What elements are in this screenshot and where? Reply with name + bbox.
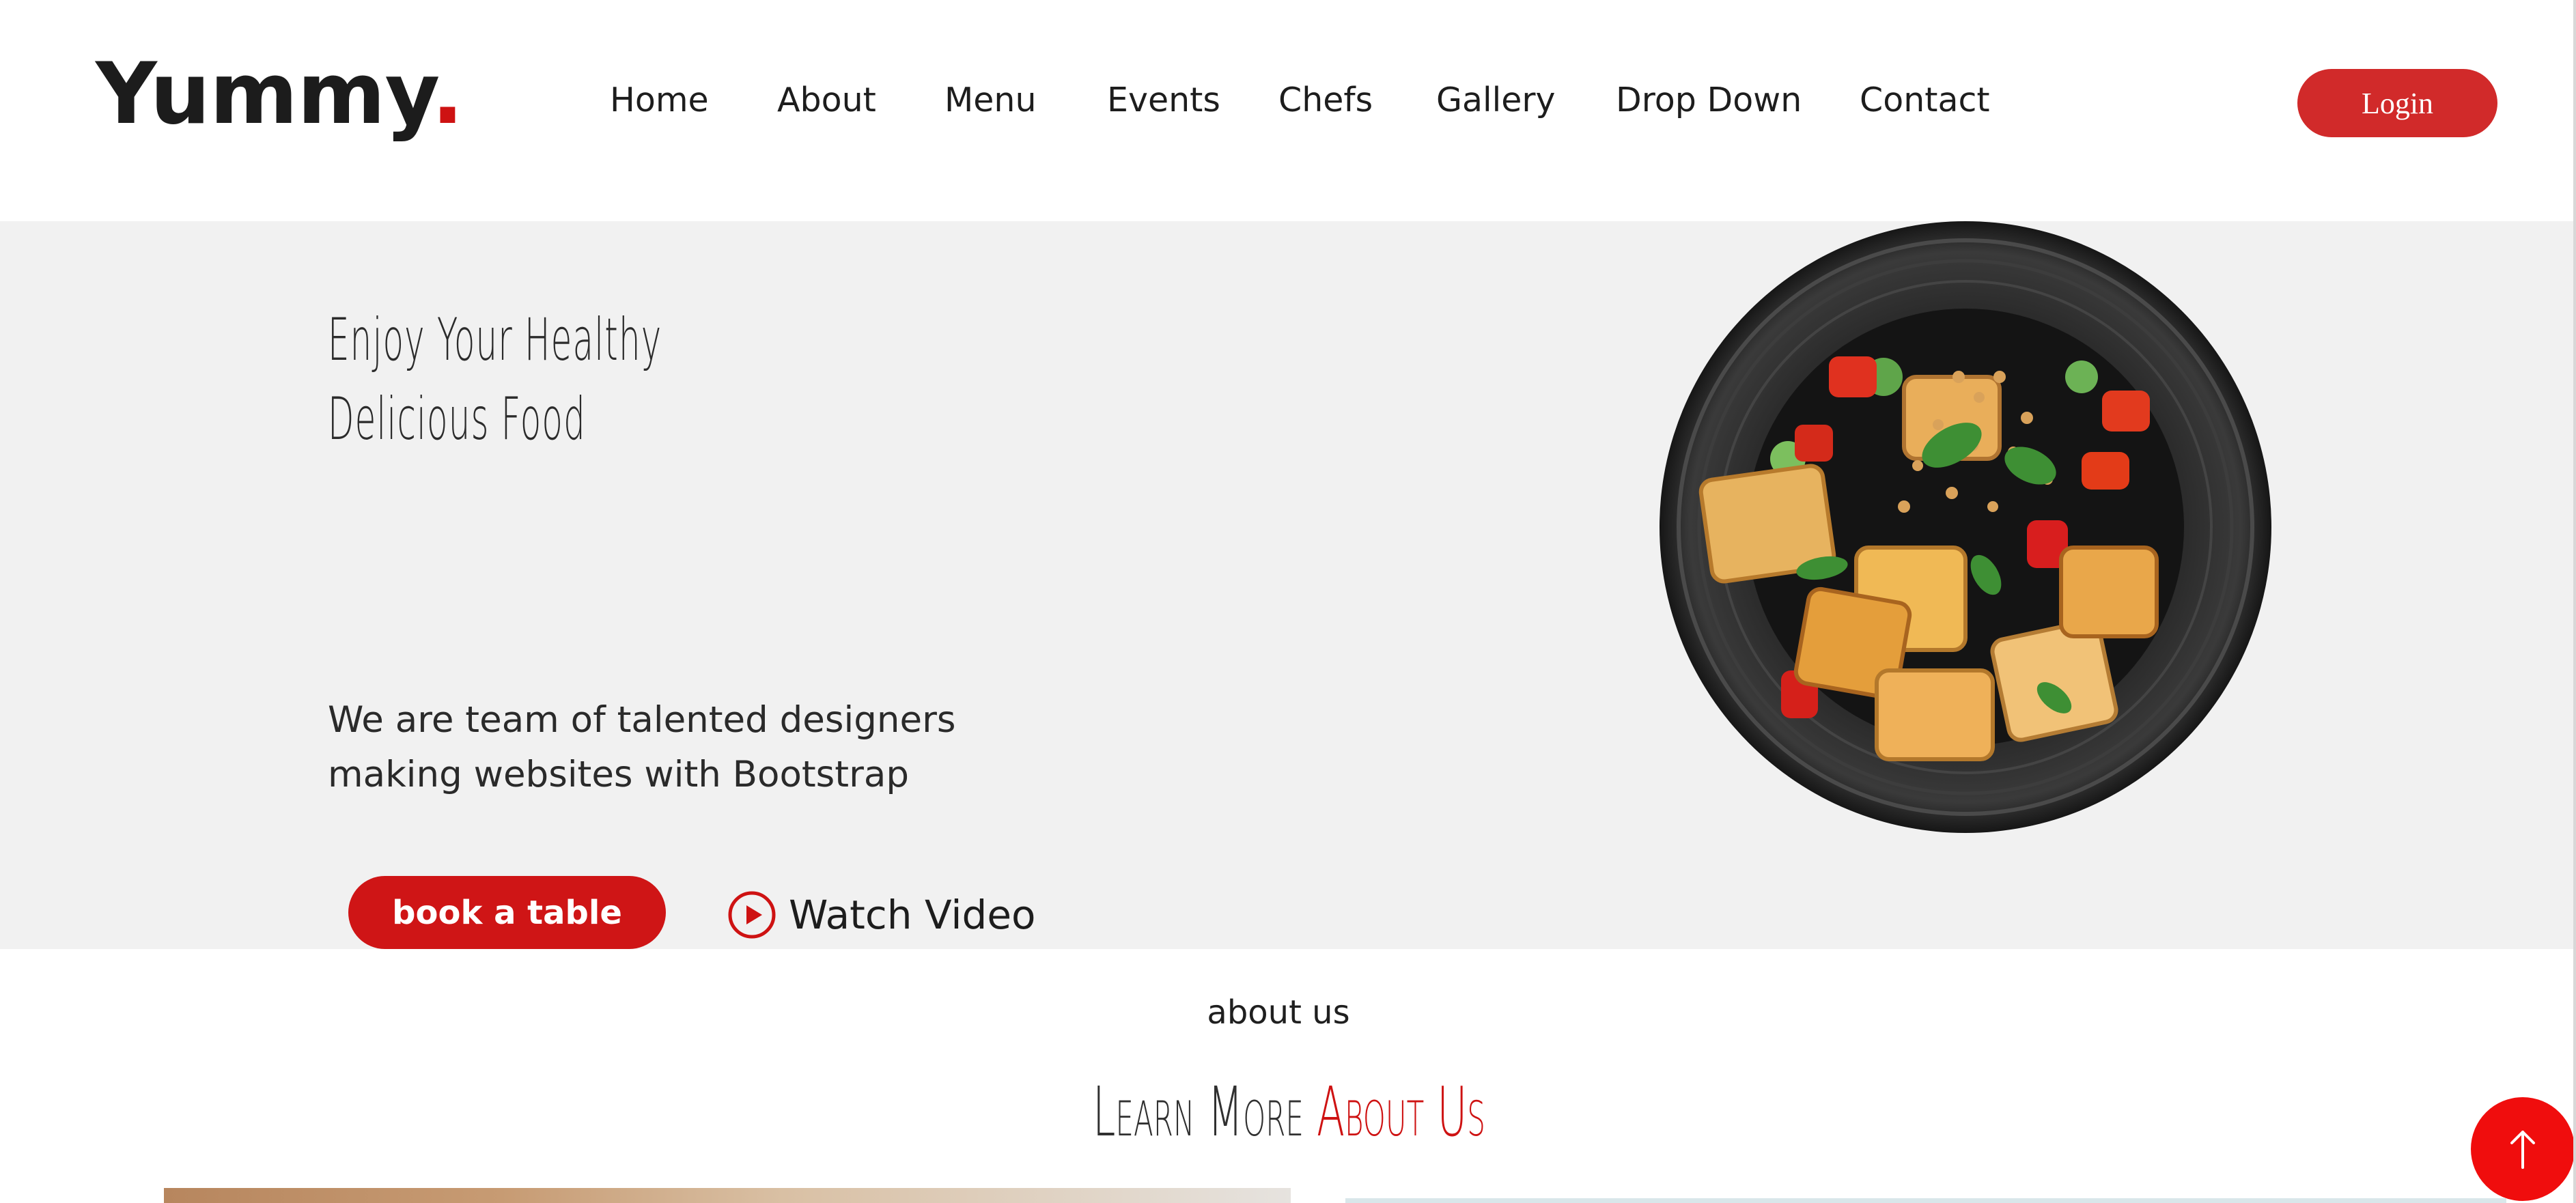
login-button[interactable]: Login xyxy=(2297,69,2497,137)
play-circle-icon xyxy=(728,891,776,939)
scrollbar-edge xyxy=(2573,0,2576,1203)
hero-title-line-2: Delicious Food xyxy=(328,385,586,453)
brand-logo[interactable]: Yummy. xyxy=(96,45,464,143)
hero-title: Enjoy Your Healthy Delicious Food xyxy=(328,300,662,459)
about-heading-accent: About Us xyxy=(1316,1072,1485,1152)
food-plate-image xyxy=(1660,221,2271,833)
brand-name: Yummy xyxy=(96,45,432,143)
arrow-up-icon xyxy=(2510,1131,2535,1169)
nav-item-chefs[interactable]: Chefs xyxy=(1278,81,1373,119)
watch-video-link[interactable]: Watch Video xyxy=(727,888,1036,942)
about-heading: Learn More About Us xyxy=(1093,1072,1485,1152)
brand-dot: . xyxy=(431,45,464,143)
nav-item-events[interactable]: Events xyxy=(1107,81,1220,119)
about-divider xyxy=(1345,1198,2506,1203)
about-section-label: about us xyxy=(1207,993,1350,1032)
nav-item-gallery[interactable]: Gallery xyxy=(1436,81,1556,119)
book-table-button[interactable]: book a table xyxy=(348,876,666,949)
nav-item-menu[interactable]: Menu xyxy=(944,81,1037,119)
about-heading-plain: Learn More xyxy=(1093,1072,1317,1152)
scroll-top-button[interactable] xyxy=(2471,1097,2575,1201)
hero-subtitle: We are team of talented designers making… xyxy=(328,699,956,795)
watch-video-label: Watch Video xyxy=(789,892,1036,938)
nav-item-drop-down[interactable]: Drop Down xyxy=(1616,81,1802,119)
site-header: Yummy. Home About Menu Events Chefs Gall… xyxy=(0,0,2576,221)
about-image xyxy=(164,1188,1291,1203)
hero-title-line-1: Enjoy Your Healthy xyxy=(328,306,662,374)
nav-item-about[interactable]: About xyxy=(777,81,876,119)
nav-item-home[interactable]: Home xyxy=(610,81,709,119)
nav-item-contact[interactable]: Contact xyxy=(1860,81,1990,119)
